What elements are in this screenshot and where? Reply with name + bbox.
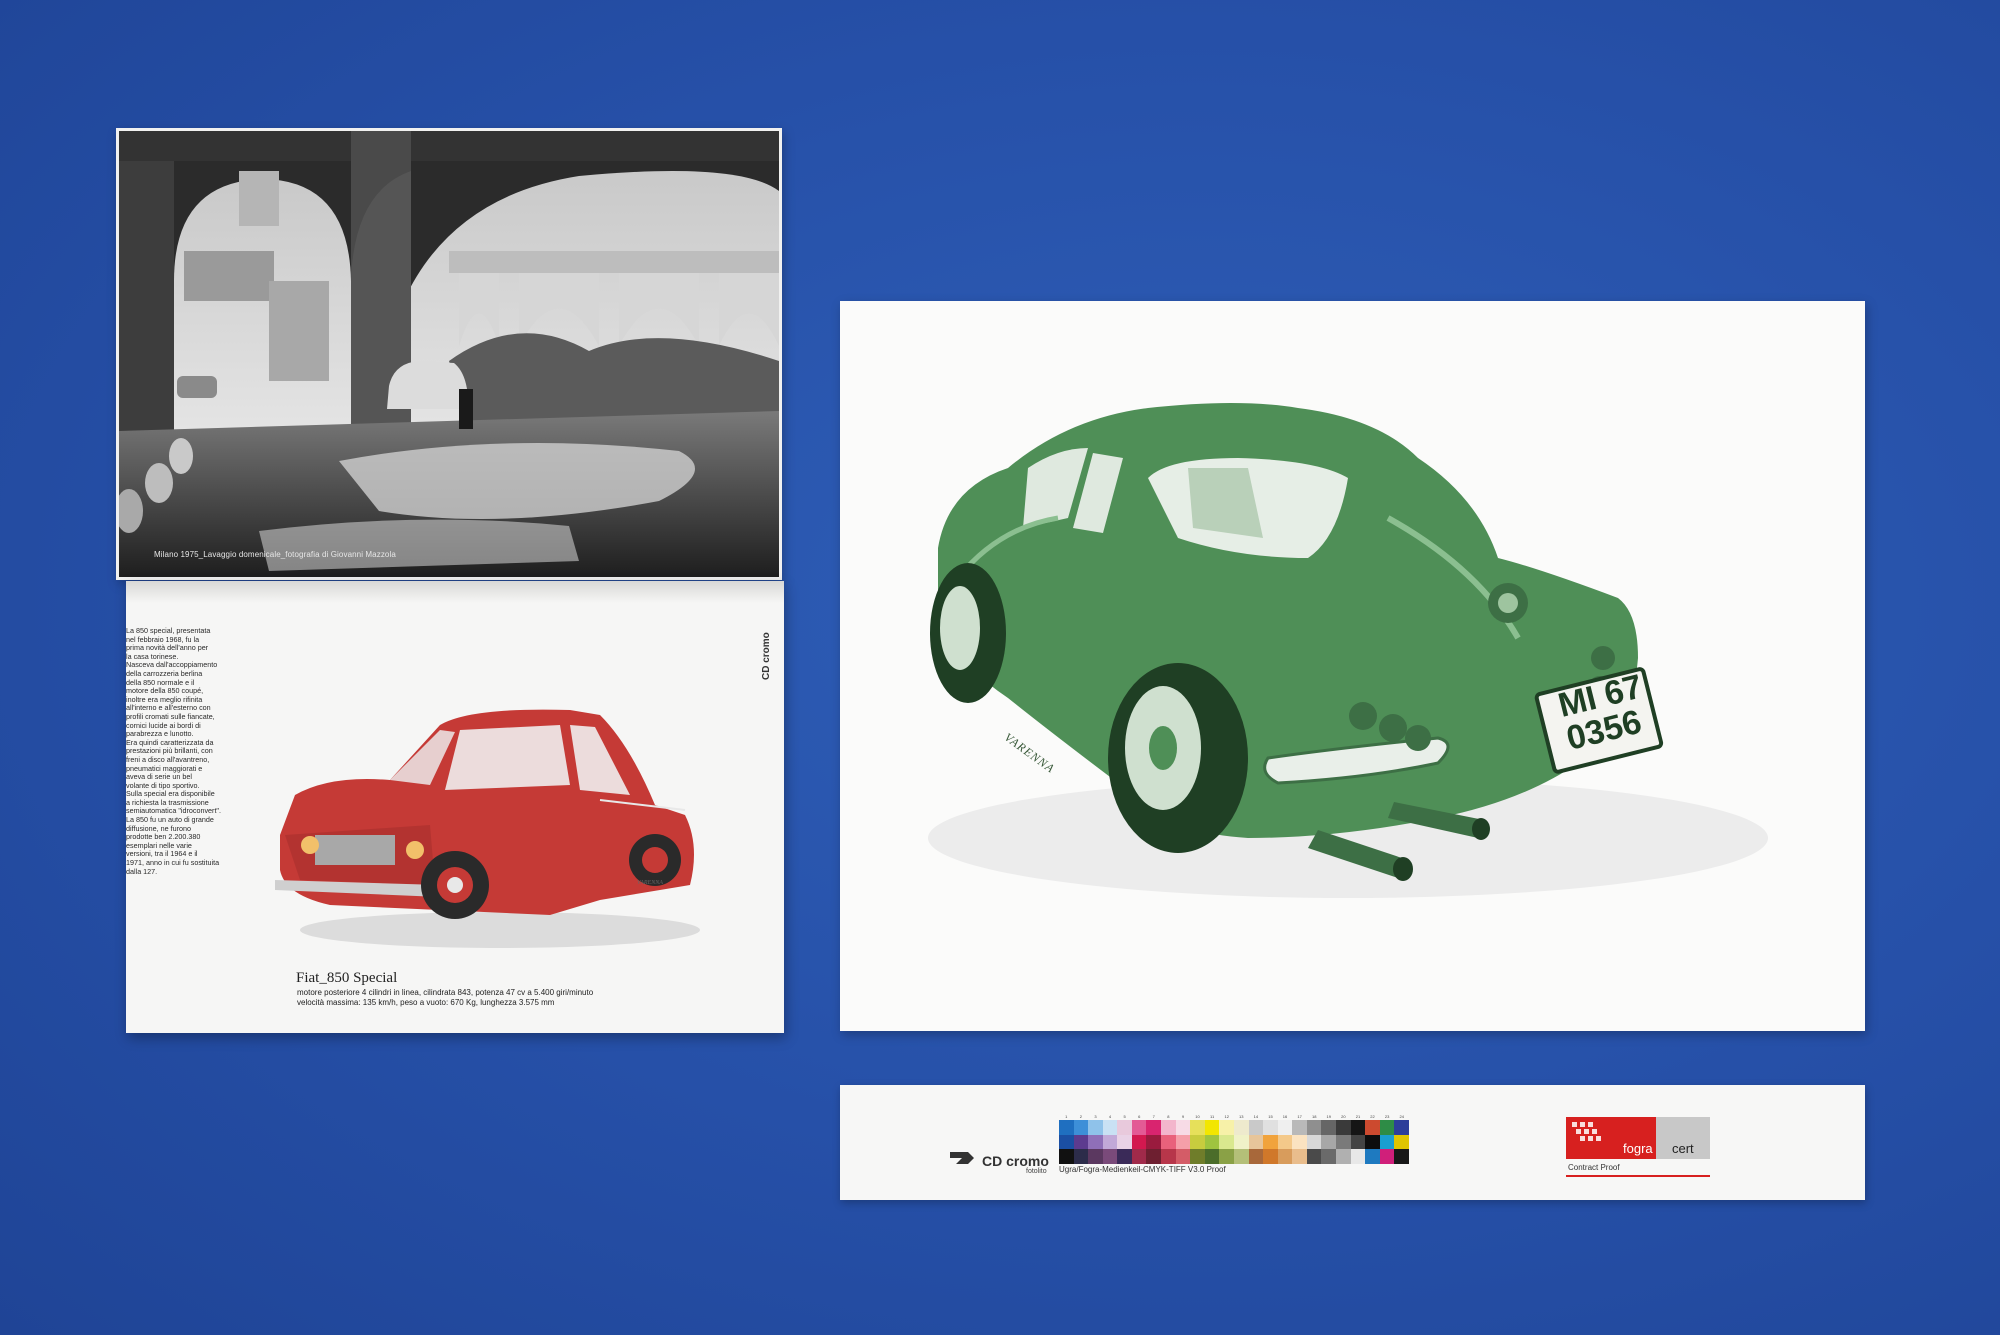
color-patch	[1102, 1120, 1118, 1135]
color-patch	[1292, 1134, 1307, 1150]
color-patch	[1204, 1120, 1220, 1135]
color-patch	[1190, 1120, 1205, 1135]
color-patch	[1073, 1134, 1089, 1150]
cdcromo-logo-icon	[950, 1152, 974, 1164]
color-patch	[1204, 1149, 1220, 1164]
color-patch	[1161, 1134, 1176, 1150]
color-patch	[1277, 1120, 1293, 1135]
color-patch	[1161, 1149, 1176, 1164]
color-patch	[1233, 1120, 1249, 1135]
color-patch	[1306, 1134, 1322, 1150]
color-patch	[1248, 1149, 1264, 1164]
article-line: dalla 127.	[126, 866, 158, 876]
color-patch	[1350, 1149, 1366, 1164]
color-patch	[1117, 1134, 1132, 1150]
color-patch	[1248, 1134, 1264, 1150]
color-patch	[1263, 1134, 1278, 1150]
color-patch	[1131, 1120, 1147, 1135]
contract-proof-label: Contract Proof	[1568, 1163, 1620, 1172]
color-patch	[1277, 1134, 1293, 1150]
photo-caption: Milano 1975_Lavaggio domenicale_fotograf…	[154, 550, 396, 559]
color-patch	[1146, 1134, 1162, 1150]
scene: { "scene": { "background_color": "#2650a…	[0, 0, 2000, 1335]
color-patch	[1233, 1149, 1249, 1164]
color-patch	[1204, 1134, 1220, 1150]
color-patch	[1277, 1149, 1293, 1164]
color-patch	[1146, 1120, 1162, 1135]
article-text: La 850 special, presentata nel febbraio 1…	[126, 626, 238, 876]
color-patch	[1379, 1149, 1395, 1164]
color-patch	[1336, 1149, 1351, 1164]
car-title: Fiat_850 Special	[296, 970, 398, 986]
color-patch	[1321, 1120, 1337, 1135]
color-patch	[1190, 1134, 1205, 1150]
color-patch	[1117, 1149, 1132, 1164]
color-patch	[1190, 1149, 1205, 1164]
bridge-photo	[119, 131, 779, 577]
color-patch	[1219, 1149, 1234, 1164]
contract-proof-rule	[1566, 1175, 1710, 1177]
color-patch	[1306, 1120, 1322, 1135]
color-patch	[1263, 1149, 1278, 1164]
cdcromo-name: CD cromo	[982, 1153, 1049, 1169]
color-patch	[1292, 1120, 1307, 1135]
color-wedge	[1059, 1120, 1409, 1164]
coupe-illustration	[928, 403, 1768, 898]
color-patch	[1394, 1134, 1409, 1150]
color-patch	[1365, 1120, 1380, 1135]
wedge-caption: Ugra/Fogra-Medienkeil-CMYK-TIFF V3.0 Pro…	[1059, 1165, 1226, 1174]
color-patch	[1219, 1120, 1234, 1135]
color-patch	[1292, 1149, 1307, 1164]
color-patch	[1365, 1149, 1380, 1164]
color-patch	[1131, 1149, 1147, 1164]
color-patch	[1059, 1120, 1074, 1135]
color-patch	[1219, 1134, 1234, 1150]
color-patch	[1321, 1149, 1337, 1164]
color-patch	[1131, 1134, 1147, 1150]
spec-line-engine: motore posteriore 4 cilindri in linea, c…	[297, 988, 594, 997]
cdcromo-subtitle: fotolito	[1026, 1168, 1047, 1175]
color-patch	[1379, 1120, 1395, 1135]
color-patch	[1175, 1120, 1191, 1135]
color-patch	[1088, 1120, 1103, 1135]
color-patch	[1306, 1149, 1322, 1164]
color-patch	[1059, 1149, 1074, 1164]
color-patch	[1350, 1134, 1366, 1150]
color-patch	[1394, 1120, 1409, 1135]
color-patch	[1102, 1134, 1118, 1150]
color-patch	[1175, 1134, 1191, 1150]
color-patch	[1248, 1120, 1264, 1135]
color-patch	[1379, 1134, 1395, 1150]
color-patch	[1321, 1134, 1337, 1150]
fogra-dot-pattern-icon	[1572, 1122, 1601, 1141]
color-patch	[1088, 1149, 1103, 1164]
color-patch	[1102, 1149, 1118, 1164]
spec-line-performance: velocità massima: 135 km/h, peso a vuoto…	[297, 998, 555, 1007]
color-patch	[1117, 1120, 1132, 1135]
color-patch	[1088, 1134, 1103, 1150]
color-patch	[1059, 1134, 1074, 1150]
color-patch	[1365, 1134, 1380, 1150]
magazine-spine-shadow	[126, 581, 784, 603]
color-patch	[1263, 1120, 1278, 1135]
cert-word: cert	[1672, 1141, 1694, 1156]
color-patch	[1146, 1149, 1162, 1164]
color-patch	[1233, 1134, 1249, 1150]
magazine-top-page: Milano 1975_Lavaggio domenicale_fotograf…	[116, 128, 782, 580]
color-patch	[1336, 1120, 1351, 1135]
color-patch	[1175, 1149, 1191, 1164]
magazine-artist-signature: VARENNA	[637, 880, 663, 886]
cdcromo-vertical-logo: CD cromo	[761, 632, 772, 680]
color-patch	[1394, 1149, 1409, 1164]
color-patch	[1161, 1120, 1176, 1135]
color-patch	[1350, 1120, 1366, 1135]
color-patch	[1073, 1120, 1089, 1135]
color-patch	[1073, 1149, 1089, 1164]
color-patch	[1336, 1134, 1351, 1150]
fogra-word: fogra	[1623, 1141, 1653, 1156]
fiat-850-illustration	[275, 709, 700, 948]
